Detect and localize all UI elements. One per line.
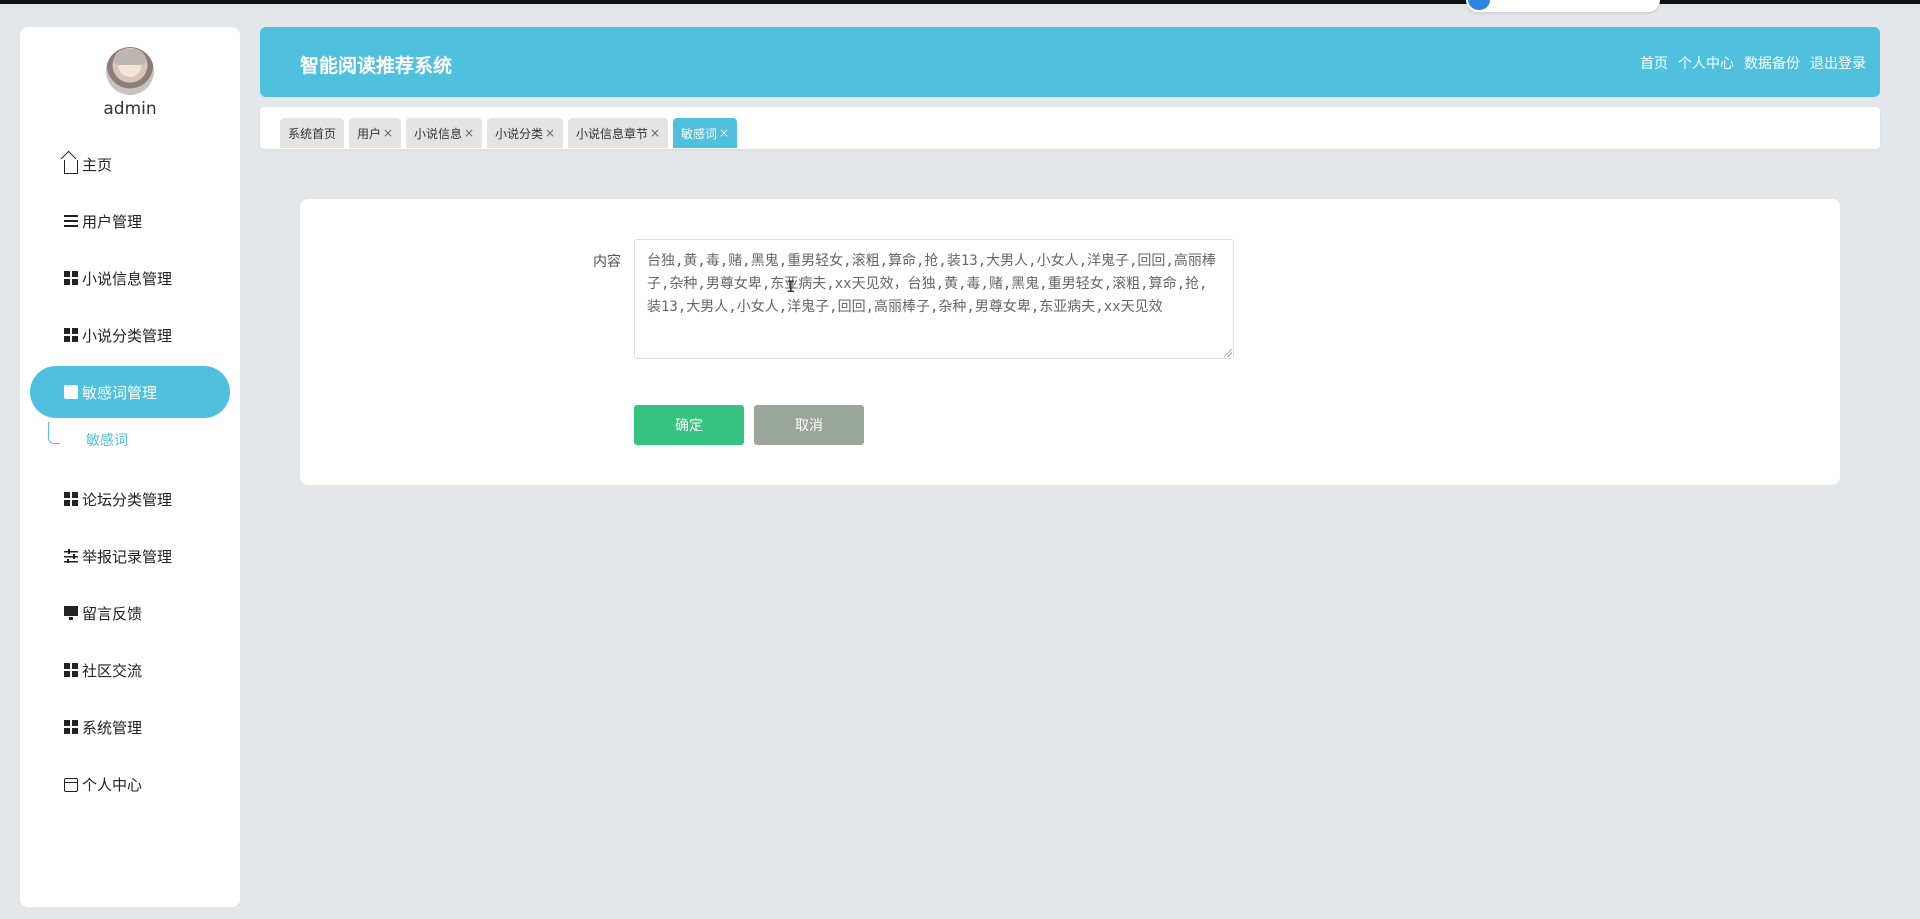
chat-icon [64, 382, 78, 399]
sidebar-item-feedback[interactable]: 留言反馈 [30, 587, 230, 639]
tab-label: 用户 [357, 126, 382, 141]
close-icon[interactable]: × [719, 126, 729, 140]
sidebar-item-label: 主页 [82, 155, 113, 174]
sidebar: admin 主页 用户管理 小说信息管理 小说分类管理 敏感词管理 论坛分类管理 [20, 27, 240, 907]
grid-icon [64, 720, 78, 734]
sidebar-item-sensitive-words[interactable]: 敏感词管理 [30, 366, 230, 418]
tab-novel-info[interactable]: 小说信息 × [406, 118, 483, 148]
tab-label: 敏感词 [681, 126, 718, 141]
sidebar-item-label: 敏感词管理 [82, 383, 158, 402]
card-icon [64, 777, 78, 792]
resize-handle[interactable] [1224, 349, 1232, 357]
close-icon[interactable]: × [545, 126, 555, 140]
close-icon[interactable]: × [464, 126, 474, 140]
tab-label: 小说信息 [414, 126, 463, 141]
nav-backup-link[interactable]: 数据备份 [1744, 53, 1800, 73]
app-header: 智能阅读推荐系统 首页 个人中心 数据备份 退出登录 [260, 27, 1880, 97]
sidebar-item-label: 留言反馈 [82, 604, 143, 623]
close-icon[interactable]: × [383, 126, 393, 140]
nav-profile-link[interactable]: 个人中心 [1678, 53, 1734, 73]
tab-label: 系统首页 [288, 126, 337, 141]
content-label: 内容 [593, 254, 621, 270]
grid-icon [64, 663, 78, 677]
sidebar-item-label: 系统管理 [82, 718, 143, 737]
sidebar-item-label: 小说分类管理 [82, 326, 173, 345]
tab-label: 小说信息章节 [576, 126, 649, 141]
tab-system-home[interactable]: 系统首页 [280, 118, 345, 148]
sidebar-item-label: 小说信息管理 [82, 269, 173, 288]
app-title: 智能阅读推荐系统 [300, 55, 453, 77]
sidebar-item-users[interactable]: 用户管理 [30, 195, 230, 247]
monitor-icon [64, 606, 78, 620]
submenu-connector [48, 422, 60, 444]
close-icon[interactable]: × [650, 126, 660, 140]
sidebar-subitem-sensitive-word[interactable]: 敏感词 [86, 430, 128, 450]
confirm-button[interactable]: 确定 [634, 405, 744, 445]
floating-widget[interactable] [1466, 0, 1660, 12]
tab-sensitive-words[interactable]: 敏感词 × [673, 118, 738, 148]
tab-novel-chapter[interactable]: 小说信息章节 × [568, 118, 669, 148]
sidebar-item-label: 论坛分类管理 [82, 490, 173, 509]
sidebar-item-report-records[interactable]: 举报记录管理 [30, 530, 230, 582]
tab-users[interactable]: 用户 × [349, 118, 402, 148]
tabs-bar: 系统首页 用户 × 小说信息 × 小说分类 × 小说信息章节 × 敏感词 × [260, 107, 1880, 149]
grid-icon [64, 492, 78, 506]
username: admin [103, 99, 157, 119]
content-textarea[interactable]: 台独,黄,毒,赌,黑鬼,重男轻女,滚粗,算命,抢,装13,大男人,小女人,洋鬼子… [634, 239, 1234, 359]
tab-label: 小说分类 [495, 126, 544, 141]
sidebar-item-label: 社区交流 [82, 661, 143, 680]
sidebar-item-profile[interactable]: 个人中心 [30, 758, 230, 810]
grid-icon [64, 328, 78, 342]
cancel-button[interactable]: 取消 [754, 405, 864, 445]
avatar[interactable] [106, 47, 154, 95]
sidebar-item-label: 用户管理 [82, 212, 143, 231]
nav-home-link[interactable]: 首页 [1640, 53, 1668, 73]
sidebar-item-novel-category[interactable]: 小说分类管理 [30, 309, 230, 361]
sliders-icon [64, 549, 78, 563]
tab-novel-category[interactable]: 小说分类 × [487, 118, 564, 148]
content-text: 台独,黄,毒,赌,黑鬼,重男轻女,滚粗,算命,抢,装13,大男人,小女人,洋鬼子… [647, 253, 1216, 315]
text-cursor-icon: I [786, 277, 796, 296]
sidebar-item-home[interactable]: 主页 [30, 138, 230, 190]
home-icon [64, 160, 78, 174]
sidebar-item-forum-category[interactable]: 论坛分类管理 [30, 473, 230, 525]
list-icon [64, 214, 78, 228]
sidebar-item-label: 举报记录管理 [82, 547, 173, 566]
sidebar-item-system[interactable]: 系统管理 [30, 701, 230, 753]
sidebar-item-novel-info[interactable]: 小说信息管理 [30, 252, 230, 304]
header-nav: 首页 个人中心 数据备份 退出登录 [1640, 53, 1866, 73]
nav-logout-link[interactable]: 退出登录 [1810, 53, 1866, 73]
sidebar-item-community[interactable]: 社区交流 [30, 644, 230, 696]
edit-form-card: 内容 台独,黄,毒,赌,黑鬼,重男轻女,滚粗,算命,抢,装13,大男人,小女人,… [300, 199, 1840, 485]
grid-icon [64, 271, 78, 285]
widget-dot-icon [1468, 0, 1490, 10]
sidebar-item-label: 个人中心 [82, 775, 143, 794]
